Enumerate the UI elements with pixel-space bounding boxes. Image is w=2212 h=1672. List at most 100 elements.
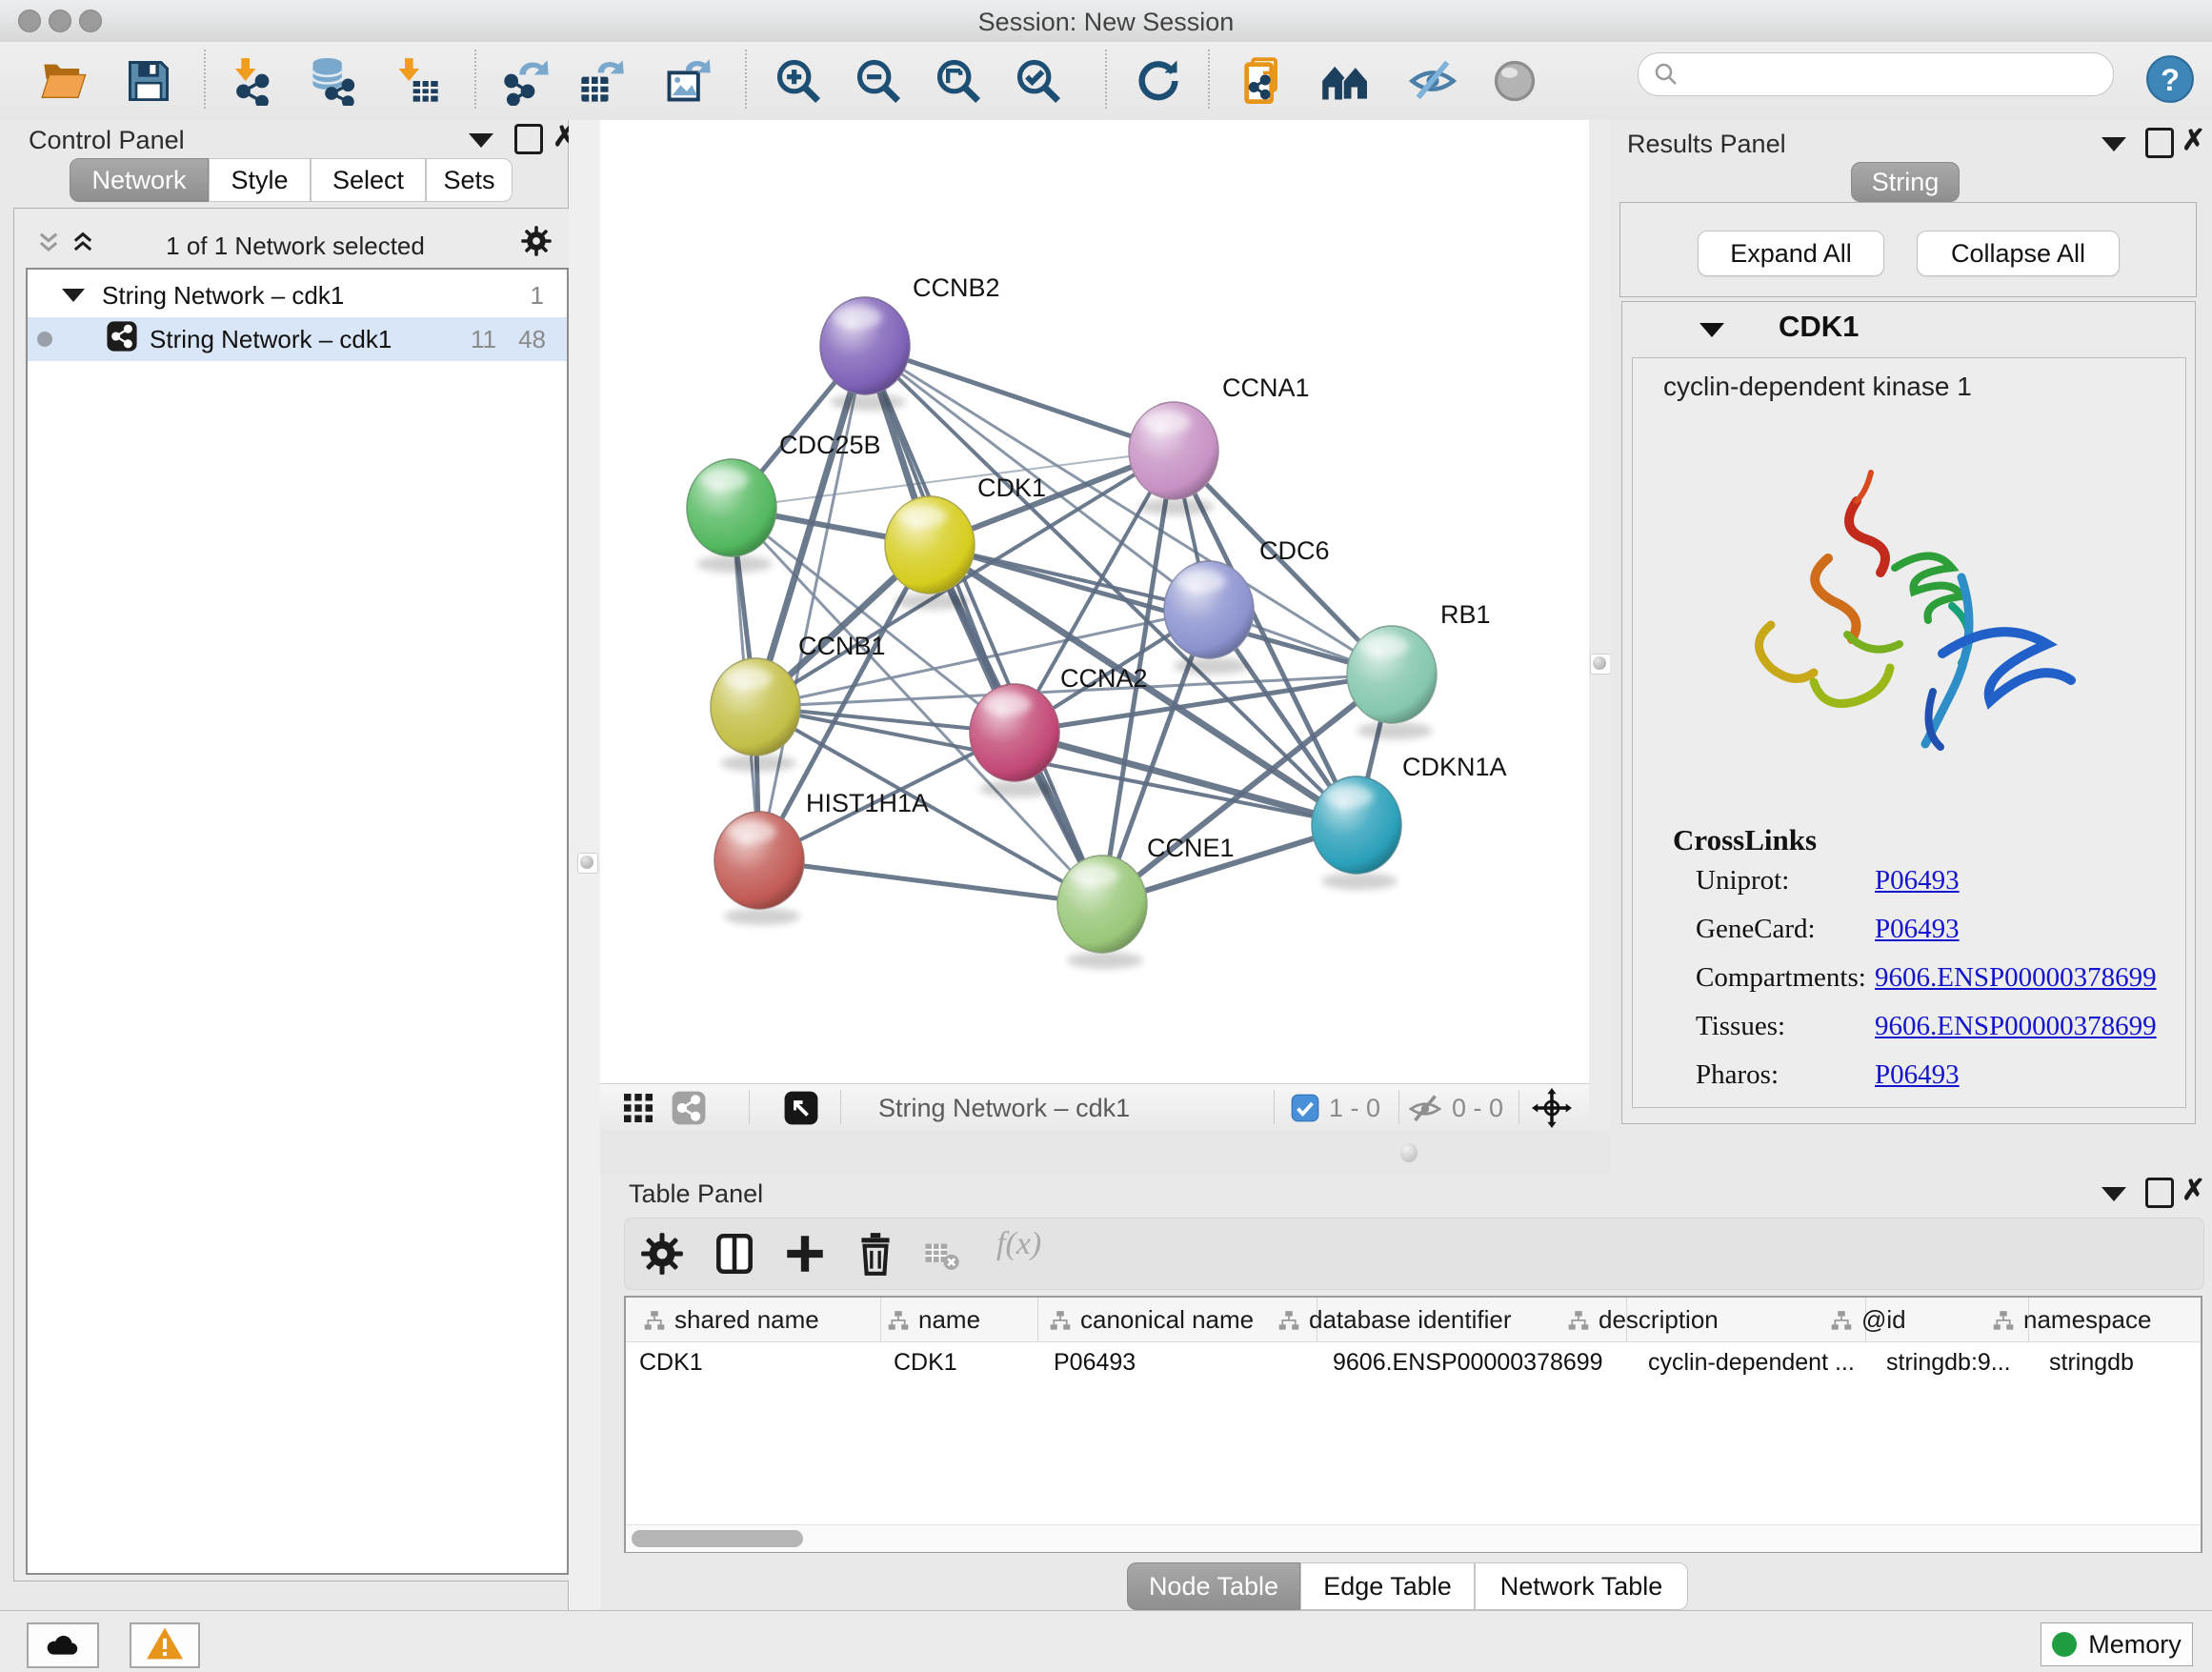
tab-string[interactable]: String — [1851, 162, 1960, 202]
zoom-in-icon[interactable] — [774, 56, 823, 106]
column-header-database-identifier[interactable]: database identifier — [1309, 1305, 1511, 1335]
zoom-selected-icon[interactable] — [1014, 56, 1063, 106]
gene-expander-icon[interactable] — [1699, 323, 1724, 337]
column-header-shared-name[interactable]: shared name — [674, 1305, 819, 1335]
export-network-icon[interactable] — [503, 56, 553, 106]
table-panel-float-menu-icon[interactable] — [2101, 1187, 2126, 1201]
splitter-handle[interactable] — [1590, 654, 1611, 675]
toolbar-separator — [1105, 50, 1107, 109]
tab-network-table[interactable]: Network Table — [1475, 1562, 1688, 1610]
export-image-icon[interactable] — [663, 56, 713, 106]
splitter-handle[interactable] — [1400, 1143, 1418, 1162]
network-node-CDC6[interactable]: CDC6 — [1164, 536, 1330, 675]
import-database-icon[interactable] — [307, 56, 356, 106]
network-node-RB1[interactable]: RB1 — [1347, 600, 1491, 739]
save-session-icon[interactable] — [124, 56, 173, 106]
export-table-icon[interactable] — [577, 56, 627, 106]
title-bar: Session: New Session — [0, 0, 2212, 43]
network-canvas[interactable]: CCNB2CCNA1CDC25BCDK1CDC6RB1CCNB1CCNA2CDK… — [600, 120, 1589, 1083]
splitter-handle[interactable] — [577, 853, 598, 874]
network-node-HIST1H1A[interactable]: HIST1H1A — [714, 789, 929, 925]
delete-column-icon[interactable] — [852, 1230, 899, 1282]
column-header-name[interactable]: name — [918, 1305, 980, 1335]
network-view-toolbar: String Network – cdk1 1 - 0 0 - 0 — [600, 1083, 1589, 1131]
memory-button[interactable]: Memory — [2041, 1622, 2193, 1666]
tab-node-table[interactable]: Node Table — [1127, 1562, 1300, 1610]
warning-status-button[interactable] — [130, 1622, 200, 1668]
network-edge[interactable] — [865, 346, 1174, 451]
import-table-icon[interactable] — [392, 56, 442, 106]
network-edge[interactable] — [759, 346, 865, 860]
network-thumbnail-icon[interactable] — [671, 1090, 707, 1131]
control-panel-float-menu-icon[interactable] — [469, 133, 493, 148]
tab-network[interactable]: Network — [70, 158, 209, 202]
tab-style[interactable]: Style — [209, 158, 311, 202]
new-network-from-selection-icon[interactable] — [1238, 56, 1288, 106]
show-all-icon[interactable] — [1490, 56, 1539, 106]
expand-all-button[interactable]: Expand All — [1698, 231, 1884, 276]
open-session-icon[interactable] — [40, 56, 90, 106]
tab-sets[interactable]: Sets — [426, 158, 513, 202]
grid-mode-icon[interactable] — [621, 1091, 655, 1130]
control-panel-float-icon[interactable] — [514, 124, 543, 154]
crosslink-link[interactable]: 9606.ENSP00000378699 — [1875, 962, 2157, 994]
crosslink-link[interactable]: 9606.ENSP00000378699 — [1875, 1011, 2157, 1042]
column-type-icon — [642, 1309, 667, 1339]
column-header-description[interactable]: description — [1599, 1305, 1719, 1335]
network-row-selected[interactable]: String Network – cdk1 11 48 — [28, 317, 567, 361]
add-column-icon[interactable] — [781, 1230, 829, 1282]
crosslink-label: Uniprot: — [1696, 865, 1789, 896]
crosslink-row: Tissues:9606.ENSP00000378699 — [1696, 1011, 2172, 1059]
search-input[interactable] — [1638, 52, 2114, 96]
table-panel-float-icon[interactable] — [2145, 1178, 2174, 1208]
help-icon[interactable]: ? — [2145, 54, 2195, 104]
column-header-id[interactable]: @id — [1861, 1305, 1906, 1335]
zoom-fit-icon[interactable] — [934, 56, 983, 106]
separator — [840, 1090, 841, 1124]
network-collection-row[interactable]: String Network – cdk1 1 — [28, 273, 567, 317]
results-panel-float-menu-icon[interactable] — [2101, 137, 2126, 151]
collection-expander-icon[interactable] — [62, 289, 85, 302]
network-panel-options-gear-icon[interactable] — [519, 224, 553, 263]
hide-selection-icon[interactable] — [1408, 56, 1458, 106]
network-edge[interactable] — [759, 860, 1102, 904]
network-view-title: String Network – cdk1 — [878, 1094, 1130, 1123]
network-edge[interactable] — [865, 346, 1102, 904]
results-panel-close-icon[interactable]: ✗ — [2182, 129, 2205, 153]
crosslink-link[interactable]: P06493 — [1875, 1059, 1960, 1091]
network-list: String Network – cdk1 1 String Network –… — [26, 268, 569, 1575]
column-header-canonical-name[interactable]: canonical name — [1080, 1305, 1254, 1335]
node-label-CCNA1: CCNA1 — [1222, 373, 1310, 402]
tab-edge-table[interactable]: Edge Table — [1300, 1562, 1475, 1610]
horizontal-scrollbar[interactable] — [626, 1524, 2201, 1552]
birds-eye-view-icon[interactable] — [783, 1090, 819, 1131]
show-columns-icon[interactable] — [711, 1230, 758, 1282]
import-network-icon[interactable] — [225, 56, 274, 106]
refresh-view-icon[interactable] — [1134, 56, 1183, 106]
scrollbar-thumb[interactable] — [632, 1530, 803, 1547]
node-table[interactable]: shared name name canonical name database… — [624, 1296, 2202, 1553]
vertical-splitter-right[interactable] — [1589, 120, 1610, 1174]
tab-select[interactable]: Select — [311, 158, 426, 202]
cloud-status-button[interactable] — [27, 1622, 99, 1668]
hidden-eye-icon[interactable] — [1408, 1092, 1442, 1131]
network-node-CDKN1A[interactable]: CDKN1A — [1312, 753, 1507, 890]
column-header-namespace[interactable]: namespace — [2023, 1305, 2197, 1335]
table-panel-close-icon[interactable]: ✗ — [2182, 1178, 2205, 1203]
string-network-graph[interactable]: CCNB2CCNA1CDC25BCDK1CDC6RB1CCNB1CCNA2CDK… — [600, 120, 1589, 1083]
collapse-all-button[interactable]: Collapse All — [1917, 231, 2120, 276]
column-type-icon — [1991, 1309, 2016, 1339]
table-row[interactable]: CDK1 CDK1 P06493 9606.ENSP00000378699 cy… — [626, 1341, 2201, 1383]
zoom-out-icon[interactable] — [854, 56, 903, 106]
cell-name: CDK1 — [894, 1349, 957, 1377]
network-node-CCNE1[interactable]: CCNE1 — [1057, 834, 1235, 969]
crosslink-row: Pharos:P06493 — [1696, 1059, 2172, 1108]
table-options-gear-icon[interactable] — [638, 1230, 686, 1282]
crosslink-link[interactable]: P06493 — [1875, 865, 1960, 896]
vertical-splitter-left[interactable] — [569, 120, 600, 1610]
results-panel-float-icon[interactable] — [2145, 128, 2174, 158]
selected-checkbox-icon[interactable] — [1291, 1094, 1319, 1127]
crosslink-link[interactable]: P06493 — [1875, 914, 1960, 945]
pan-mode-icon[interactable] — [1532, 1088, 1572, 1133]
first-neighbors-icon[interactable] — [1320, 56, 1370, 106]
